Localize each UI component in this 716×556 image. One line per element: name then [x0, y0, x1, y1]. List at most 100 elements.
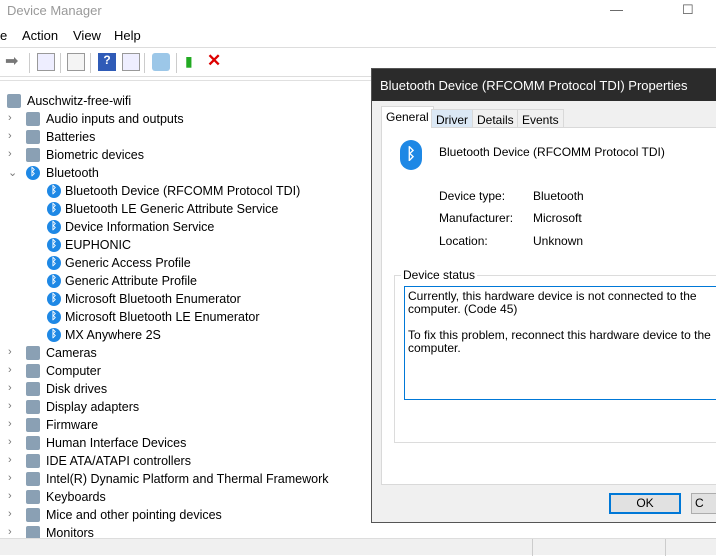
- tree-category-bluetooth[interactable]: ⌄ ᛒ Bluetooth: [0, 164, 371, 182]
- tree-device[interactable]: ᛒ Microsoft Bluetooth Enumerator: [0, 290, 371, 308]
- tree-category[interactable]: › Firmware: [0, 416, 371, 434]
- expand-arrow-icon[interactable]: ›: [8, 526, 12, 538]
- minimize-button[interactable]: —: [610, 2, 623, 17]
- menu-help[interactable]: Help: [114, 28, 141, 43]
- tree-item-label: Microsoft Bluetooth Enumerator: [65, 292, 241, 306]
- expand-arrow-icon[interactable]: ›: [8, 112, 12, 124]
- tree-item-label: MX Anywhere 2S: [65, 328, 161, 342]
- expand-arrow-icon[interactable]: ›: [8, 382, 12, 394]
- tree-device[interactable]: ᛒ Bluetooth LE Generic Attribute Service: [0, 200, 371, 218]
- status-fix-message: To fix this problem, reconnect this hard…: [408, 328, 711, 355]
- device-category-icon: [26, 454, 40, 468]
- tree-item-label: Audio inputs and outputs: [46, 112, 184, 126]
- tree-item-label: Computer: [46, 364, 101, 378]
- expand-arrow-icon[interactable]: ›: [8, 472, 12, 484]
- bluetooth-icon: ᛒ: [47, 328, 61, 342]
- tree-item-label: Mice and other pointing devices: [46, 508, 222, 522]
- tree-item-label: Batteries: [46, 130, 96, 144]
- tab-events[interactable]: Events: [517, 109, 564, 128]
- bluetooth-icon: ᛒ: [47, 274, 61, 288]
- tree-device[interactable]: ᛒ Generic Attribute Profile: [0, 272, 371, 290]
- tree-category[interactable]: › Disk drives: [0, 380, 371, 398]
- expand-arrow-icon[interactable]: ›: [8, 148, 12, 160]
- expand-arrow-icon[interactable]: ›: [8, 454, 12, 466]
- help-icon[interactable]: ?: [98, 53, 116, 71]
- tree-category[interactable]: › Intel(R) Dynamic Platform and Thermal F…: [0, 470, 371, 488]
- tree-device[interactable]: ᛒ Device Information Service: [0, 218, 371, 236]
- tree-item-label: Generic Access Profile: [65, 256, 191, 270]
- menu-bar: e Action View Help: [0, 24, 716, 46]
- tree-item-label: Bluetooth LE Generic Attribute Service: [65, 202, 279, 216]
- status-message: Currently, this hardware device is not c…: [408, 289, 697, 316]
- separator: [90, 53, 91, 73]
- tree-device[interactable]: ᛒ Microsoft Bluetooth LE Enumerator: [0, 308, 371, 326]
- expand-arrow-icon[interactable]: ›: [8, 400, 12, 412]
- device-tree: Auschwitz-free-wifi › Audio inputs and out…: [0, 80, 371, 540]
- tree-item-label: Display adapters: [46, 400, 140, 414]
- device-status-group: Device status Currently, this hardware d…: [394, 268, 716, 443]
- tab-details[interactable]: Details: [472, 109, 519, 128]
- menu-view[interactable]: View: [73, 28, 101, 43]
- tree-device[interactable]: ᛒ Generic Access Profile: [0, 254, 371, 272]
- prop-label: Location:: [439, 234, 488, 248]
- expand-arrow-icon[interactable]: ›: [8, 490, 12, 502]
- expand-arrow-icon[interactable]: ›: [8, 346, 12, 358]
- tree-device[interactable]: ᛒ Bluetooth Device (RFCOMM Protocol TDI): [0, 182, 371, 200]
- uninstall-icon[interactable]: ✕: [207, 51, 225, 70]
- device-category-icon: [26, 130, 40, 144]
- tree-category[interactable]: › IDE ATA/ATAPI controllers: [0, 452, 371, 470]
- menu-file[interactable]: e: [0, 28, 7, 43]
- device-name: Bluetooth Device (RFCOMM Protocol TDI): [439, 145, 665, 159]
- expand-arrow-icon[interactable]: ›: [8, 508, 12, 520]
- tree-category[interactable]: › Batteries: [0, 128, 371, 146]
- menu-action[interactable]: Action: [22, 28, 58, 43]
- tree-category[interactable]: › Display adapters: [0, 398, 371, 416]
- tree-item-label: Microsoft Bluetooth LE Enumerator: [65, 310, 260, 324]
- action-pane-icon[interactable]: [122, 53, 140, 71]
- tab-general[interactable]: General: [381, 106, 434, 128]
- tree-item-label: Bluetooth Device (RFCOMM Protocol TDI): [65, 184, 301, 198]
- tree-category[interactable]: › Biometric devices: [0, 146, 371, 164]
- tree-category[interactable]: › Audio inputs and outputs: [0, 110, 371, 128]
- tree-category[interactable]: › Keyboards: [0, 488, 371, 506]
- show-hide-console-tree-icon[interactable]: [37, 53, 55, 71]
- expand-arrow-icon[interactable]: ›: [8, 130, 12, 142]
- tree-device[interactable]: ᛒ EUPHONIC: [0, 236, 371, 254]
- prop-label: Manufacturer:: [439, 211, 514, 225]
- maximize-button[interactable]: ☐: [682, 2, 694, 18]
- bluetooth-icon: ᛒ: [47, 202, 61, 216]
- window-title: Device Manager: [7, 3, 102, 18]
- expand-arrow-icon[interactable]: ›: [8, 364, 12, 376]
- update-driver-icon[interactable]: ▮: [185, 53, 203, 71]
- tree-category[interactable]: › Cameras: [0, 344, 371, 362]
- device-status-textbox[interactable]: Currently, this hardware device is not c…: [404, 286, 716, 400]
- bluetooth-icon: ᛒ: [400, 140, 422, 170]
- tree-category[interactable]: › Mice and other pointing devices: [0, 506, 371, 524]
- bluetooth-icon: ᛒ: [26, 166, 40, 180]
- ok-button[interactable]: OK: [609, 493, 681, 514]
- properties-icon[interactable]: [67, 53, 85, 71]
- prop-label: Device type:: [439, 189, 506, 203]
- bluetooth-icon: ᛒ: [47, 256, 61, 270]
- forward-icon[interactable]: ➡: [5, 51, 23, 70]
- collapse-arrow-icon[interactable]: ⌄: [8, 166, 17, 179]
- device-category-icon: [26, 364, 40, 378]
- expand-arrow-icon[interactable]: ›: [8, 436, 12, 448]
- prop-value: Unknown: [533, 234, 584, 248]
- separator: [29, 53, 30, 73]
- scan-hardware-icon[interactable]: [152, 53, 170, 71]
- separator: [176, 53, 177, 73]
- expand-arrow-icon[interactable]: ›: [8, 418, 12, 430]
- tab-driver[interactable]: Driver: [431, 109, 473, 128]
- tree-item-label: Device Information Service: [65, 220, 215, 234]
- status-divider: [532, 539, 533, 556]
- tree-root[interactable]: Auschwitz-free-wifi: [0, 92, 371, 110]
- cancel-button[interactable]: C: [691, 493, 716, 514]
- device-category-icon: [26, 436, 40, 450]
- tree-item-label: Firmware: [46, 418, 99, 432]
- tree-category[interactable]: › Human Interface Devices: [0, 434, 371, 452]
- device-status-label: Device status: [401, 268, 478, 282]
- tree-device[interactable]: ᛒ MX Anywhere 2S: [0, 326, 371, 344]
- bluetooth-icon: ᛒ: [47, 292, 61, 306]
- tree-category[interactable]: › Computer: [0, 362, 371, 380]
